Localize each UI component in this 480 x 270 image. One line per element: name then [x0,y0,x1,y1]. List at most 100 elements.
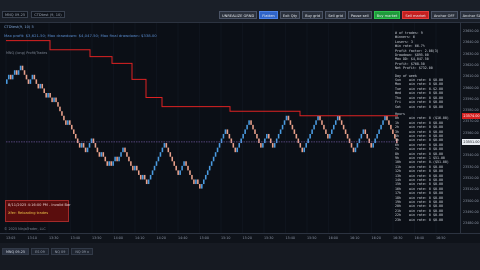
exit-qty-button[interactable]: Exit Qty [279,11,301,19]
hour-row-metric: win rate: 0 [409,217,431,222]
down-brick [390,124,392,130]
chart-canvas[interactable] [0,23,460,233]
up-brick [157,156,160,162]
up-brick [315,120,317,125]
up-brick [161,147,164,153]
buy-grid-button[interactable]: Buy grid [302,11,324,19]
down-brick [297,138,300,144]
stop-price-label: 23574.00 [462,112,480,119]
down-brick [130,161,132,166]
time-tick: 16:40 [414,236,425,240]
up-brick [332,124,335,130]
up-brick [147,179,150,185]
price-tick: 23600.00 [463,85,479,90]
toolbar-left: MNQ 09-25 CTDtest (9, 10) [2,11,65,18]
down-brick [295,133,298,139]
down-brick [57,102,59,107]
unrealize-grnd-button[interactable]: UNREALIZE GRND [219,11,258,19]
up-brick [313,124,315,130]
up-brick [47,93,49,98]
last-price-label: 23551.00 [462,138,480,145]
up-brick [153,165,156,171]
up-brick [222,133,225,139]
up-brick [317,115,319,121]
up-brick [195,179,197,185]
price-tick: 23540.00 [463,153,479,158]
time-tick: 16:50 [436,236,446,240]
up-brick [114,156,116,162]
price-tick: 23510.00 [463,187,479,192]
down-brick [187,165,189,171]
down-brick [55,97,57,103]
price-tick: 23590.00 [463,96,479,101]
up-brick [334,120,337,125]
anchor-off-button[interactable]: Anchor OFF [430,11,458,19]
time-tick: 16:10 [350,236,360,240]
pause-sell-button[interactable]: Pause sell [347,11,372,19]
tab-nq-09-x[interactable]: NQ 09 x [71,248,94,255]
up-brick [216,147,219,153]
flatten-button[interactable]: Flatten [259,11,278,19]
down-brick [37,83,40,89]
up-brick [264,138,266,144]
up-brick [277,133,280,139]
price-chart[interactable]: CTDtest(9, 10) 5 Max profit: $3,621.50; … [0,23,461,249]
down-brick [175,165,177,171]
instrument-selector[interactable]: MNQ 09-25 [2,11,29,18]
down-brick [185,161,187,166]
time-tick: 13:10 [27,236,38,240]
up-brick [100,152,103,157]
price-tick: 23570.00 [463,119,479,124]
up-brick [202,179,205,185]
up-brick [149,174,152,180]
tab-row: MNQ 09-25 ES 09 NQ 09 NQ 09 x [2,248,94,255]
up-brick [151,170,154,175]
down-brick [340,120,343,125]
up-brick [311,129,313,134]
up-brick [134,165,136,171]
tab-nq-09[interactable]: NQ 09 [50,248,70,255]
up-brick [331,129,333,134]
down-brick [321,120,323,125]
time-axis[interactable]: 13:05 13:10 13:30 13:40 13:50 14:00 14:10 14:20… [0,233,480,243]
down-brick [256,133,258,139]
time-tick: 14:40 [178,236,188,240]
up-brick [159,152,162,157]
up-brick [120,152,122,157]
down-brick [84,147,87,153]
down-brick [267,133,270,139]
strategy-selector[interactable]: CTDtest (9, 10) [31,11,65,18]
up-brick [53,97,55,103]
tab-mnq-09-25[interactable]: MNQ 09-25 [2,248,30,255]
down-brick [319,115,321,121]
price-axis[interactable]: 23650.00 23640.00 23630.00 23620.00 23610.00… [460,23,480,233]
sell-grid-button[interactable]: Sell grid [325,11,346,19]
up-brick [354,147,357,153]
down-brick [165,143,168,148]
down-brick [344,129,347,134]
up-brick [7,74,10,80]
down-brick [169,152,172,157]
down-brick [126,152,128,157]
down-brick [23,70,26,75]
up-brick [273,143,276,148]
down-brick [234,147,237,153]
up-brick [356,143,359,148]
stats-panel: # of trades: 9 Winners: 6 Losers: 3 Win rat… [395,31,459,222]
up-brick [275,138,278,144]
up-brick [11,74,14,80]
buy-market-button[interactable]: Buy market [373,11,401,19]
down-brick [173,161,176,166]
down-brick [350,143,353,148]
anchor-sl-off-button[interactable]: Anchor SL OFF [459,11,480,19]
down-brick [193,179,195,185]
down-brick [232,143,235,148]
up-brick [374,138,376,144]
down-brick [260,143,262,148]
down-brick [197,179,199,185]
tab-es-09[interactable]: ES 09 [31,248,49,255]
down-brick [191,174,193,180]
copyright: © 2025 NinjaTrader, LLC [4,227,46,231]
down-brick [15,70,18,75]
sell-market-button[interactable]: Sell market [402,11,429,19]
